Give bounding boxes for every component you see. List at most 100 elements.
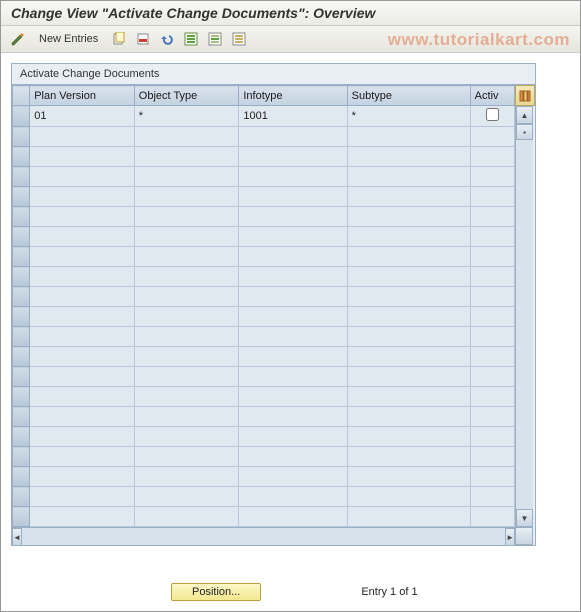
cell-empty[interactable] xyxy=(347,367,470,387)
table-row-empty[interactable] xyxy=(13,247,515,267)
col-active[interactable]: Activ xyxy=(470,86,514,106)
select-block-icon[interactable] xyxy=(206,30,224,48)
col-subtype[interactable]: Subtype xyxy=(347,86,470,106)
table-row-empty[interactable] xyxy=(13,307,515,327)
cell-empty[interactable] xyxy=(30,127,135,147)
cell-empty[interactable] xyxy=(134,287,239,307)
cell-empty[interactable] xyxy=(470,407,514,427)
row-selector[interactable] xyxy=(13,447,30,467)
cell-empty[interactable] xyxy=(347,507,470,527)
cell-subtype[interactable]: * xyxy=(347,106,470,127)
cell-empty[interactable] xyxy=(239,127,347,147)
table-row-empty[interactable] xyxy=(13,447,515,467)
col-object-type[interactable]: Object Type xyxy=(134,86,239,106)
cell-empty[interactable] xyxy=(239,167,347,187)
cell-empty[interactable] xyxy=(30,207,135,227)
scroll-right-button[interactable]: ► xyxy=(505,528,515,546)
table-row-empty[interactable] xyxy=(13,267,515,287)
deselect-all-icon[interactable] xyxy=(230,30,248,48)
cell-empty[interactable] xyxy=(470,427,514,447)
cell-infotype[interactable]: 1001 xyxy=(239,106,347,127)
row-selector[interactable] xyxy=(13,247,30,267)
cell-empty[interactable] xyxy=(239,367,347,387)
cell-empty[interactable] xyxy=(347,327,470,347)
table-row-empty[interactable] xyxy=(13,467,515,487)
cell-empty[interactable] xyxy=(30,327,135,347)
cell-empty[interactable] xyxy=(239,227,347,247)
cell-empty[interactable] xyxy=(30,387,135,407)
row-selector[interactable] xyxy=(13,507,30,527)
table-row-empty[interactable] xyxy=(13,147,515,167)
table-row-empty[interactable] xyxy=(13,407,515,427)
cell-empty[interactable] xyxy=(470,207,514,227)
cell-empty[interactable] xyxy=(470,227,514,247)
cell-empty[interactable] xyxy=(239,387,347,407)
cell-empty[interactable] xyxy=(239,507,347,527)
table-row-empty[interactable] xyxy=(13,427,515,447)
undo-change-icon[interactable] xyxy=(158,30,176,48)
cell-empty[interactable] xyxy=(470,267,514,287)
cell-empty[interactable] xyxy=(134,487,239,507)
cell-plan-version[interactable]: 01 xyxy=(30,106,135,127)
cell-empty[interactable] xyxy=(134,247,239,267)
table-row-empty[interactable] xyxy=(13,347,515,367)
cell-empty[interactable] xyxy=(347,287,470,307)
row-selector[interactable] xyxy=(13,167,30,187)
cell-empty[interactable] xyxy=(347,127,470,147)
row-selector[interactable] xyxy=(13,307,30,327)
cell-empty[interactable] xyxy=(470,487,514,507)
cell-empty[interactable] xyxy=(134,327,239,347)
cell-empty[interactable] xyxy=(134,127,239,147)
cell-empty[interactable] xyxy=(30,427,135,447)
row-selector[interactable] xyxy=(13,127,30,147)
cell-empty[interactable] xyxy=(134,207,239,227)
cell-empty[interactable] xyxy=(470,467,514,487)
scroll-thumb[interactable]: ▪ xyxy=(516,124,533,140)
vertical-scrollbar[interactable]: ▲ ▪ ▼ xyxy=(515,106,533,527)
configure-columns-button[interactable] xyxy=(515,85,535,106)
scroll-left-button[interactable]: ◄ xyxy=(12,528,22,546)
cell-empty[interactable] xyxy=(347,167,470,187)
cell-empty[interactable] xyxy=(347,227,470,247)
table-row-empty[interactable] xyxy=(13,207,515,227)
cell-empty[interactable] xyxy=(134,447,239,467)
cell-empty[interactable] xyxy=(347,467,470,487)
cell-empty[interactable] xyxy=(347,187,470,207)
table-row-empty[interactable] xyxy=(13,327,515,347)
cell-empty[interactable] xyxy=(30,227,135,247)
vscroll-track[interactable] xyxy=(516,140,533,509)
cell-object-type[interactable]: * xyxy=(134,106,239,127)
cell-empty[interactable] xyxy=(30,267,135,287)
cell-empty[interactable] xyxy=(347,207,470,227)
scroll-up-button[interactable]: ▲ xyxy=(516,106,533,124)
cell-empty[interactable] xyxy=(134,467,239,487)
cell-empty[interactable] xyxy=(470,247,514,267)
row-selector[interactable] xyxy=(13,427,30,447)
cell-empty[interactable] xyxy=(470,127,514,147)
cell-empty[interactable] xyxy=(30,347,135,367)
cell-empty[interactable] xyxy=(134,187,239,207)
cell-empty[interactable] xyxy=(134,267,239,287)
row-selector[interactable] xyxy=(13,106,30,127)
cell-empty[interactable] xyxy=(347,267,470,287)
cell-empty[interactable] xyxy=(239,327,347,347)
cell-empty[interactable] xyxy=(30,307,135,327)
cell-empty[interactable] xyxy=(30,287,135,307)
cell-empty[interactable] xyxy=(134,167,239,187)
data-grid[interactable]: Plan Version Object Type Infotype Subtyp… xyxy=(12,85,515,527)
cell-empty[interactable] xyxy=(470,447,514,467)
delete-icon[interactable] xyxy=(134,30,152,48)
col-infotype[interactable]: Infotype xyxy=(239,86,347,106)
row-selector[interactable] xyxy=(13,267,30,287)
row-selector[interactable] xyxy=(13,147,30,167)
table-row-empty[interactable] xyxy=(13,507,515,527)
cell-empty[interactable] xyxy=(239,287,347,307)
cell-empty[interactable] xyxy=(30,507,135,527)
cell-empty[interactable] xyxy=(239,307,347,327)
cell-empty[interactable] xyxy=(134,427,239,447)
cell-empty[interactable] xyxy=(134,307,239,327)
cell-empty[interactable] xyxy=(239,247,347,267)
cell-empty[interactable] xyxy=(134,507,239,527)
cell-empty[interactable] xyxy=(470,187,514,207)
cell-empty[interactable] xyxy=(347,147,470,167)
